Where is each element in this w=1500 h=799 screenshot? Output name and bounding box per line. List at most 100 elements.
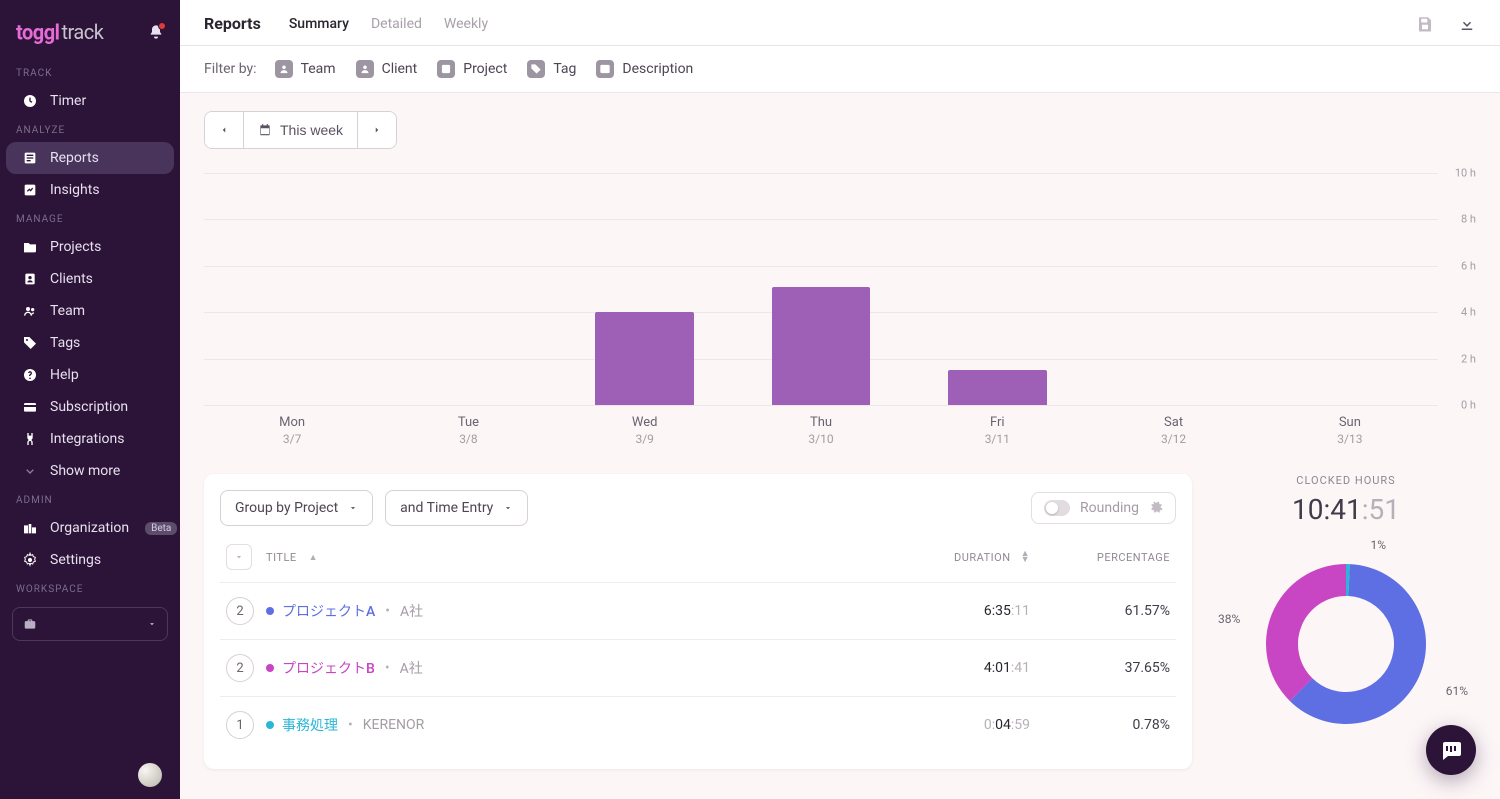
row-count[interactable]: 1 [226, 711, 254, 739]
timer-icon [22, 93, 38, 109]
table-row[interactable]: 2プロジェクトB•A社4:01:4137.65% [220, 639, 1176, 696]
sub-group-select[interactable]: and Time Entry [385, 490, 528, 526]
column-duration[interactable]: DURATION▲▼ [910, 551, 1030, 564]
filter-bar: Filter by: Team Client Project Tag Aa Descrip… [180, 46, 1500, 93]
y-tick-label: 0 h [1461, 399, 1476, 412]
client-name: KERENOR [363, 717, 425, 733]
row-count[interactable]: 2 [226, 654, 254, 682]
filter-label: Description [622, 61, 693, 77]
chevron-left-icon [219, 125, 229, 135]
table-row[interactable]: 1事務処理•KERENOR0:04:590.78% [220, 696, 1176, 753]
sidebar-item-reports[interactable]: Reports [6, 142, 174, 174]
main: Reports Summary Detailed Weekly Filter by:… [180, 0, 1500, 799]
chart-bar[interactable] [595, 312, 694, 405]
insights-icon [22, 182, 38, 198]
logo[interactable]: toggltrack [16, 20, 103, 44]
sidebar-item-label: Settings [50, 552, 101, 568]
filter-label: Tag [553, 61, 576, 77]
column-percentage: PERCENTAGE [1030, 551, 1170, 564]
row-count[interactable]: 2 [226, 597, 254, 625]
donut-label: 38% [1218, 612, 1240, 626]
notification-bell[interactable] [148, 24, 164, 40]
nav-section-label: MANAGE [0, 206, 180, 231]
filter-project[interactable]: Project [437, 60, 507, 78]
gridline [204, 405, 1438, 406]
subscription-icon [22, 399, 38, 415]
sidebar-item-projects[interactable]: Projects [6, 231, 174, 263]
chart-bar[interactable] [772, 287, 871, 405]
switch-icon [1044, 500, 1070, 516]
donut-chart: 1% 38% 61% [1246, 544, 1446, 744]
sidebar-item-timer[interactable]: Timer [6, 85, 174, 117]
x-tick: Wed3/9 [557, 415, 733, 446]
x-tick: Thu3/10 [733, 415, 909, 446]
sidebar-item-label: Timer [50, 93, 86, 109]
filter-label: Team [301, 61, 336, 77]
donut-segment[interactable] [1266, 564, 1346, 701]
filter-label: Filter by: [204, 61, 257, 77]
color-dot-icon [266, 721, 274, 729]
sidebar-item-tags[interactable]: Tags [6, 327, 174, 359]
clocked-hours-panel: CLOCKED HOURS 10:41:51 1% 38% 61% [1216, 474, 1476, 769]
client-name: A社 [400, 601, 423, 621]
nav-section-label: ADMIN [0, 487, 180, 512]
color-dot-icon [266, 664, 274, 672]
tab-summary[interactable]: Summary [289, 16, 349, 32]
tab-detailed[interactable]: Detailed [371, 16, 422, 32]
sidebar-item-label: Organization [50, 520, 129, 536]
sidebar-item-settings[interactable]: Settings [6, 544, 174, 576]
sidebar-item-showmore[interactable]: Show more [6, 455, 174, 487]
sidebar-item-integrations[interactable]: Integrations [6, 423, 174, 455]
row-percentage: 37.65% [1030, 660, 1170, 676]
filter-client[interactable]: Client [356, 60, 418, 78]
page-title: Reports [204, 14, 261, 33]
gear-icon [1149, 501, 1163, 515]
save-icon[interactable] [1416, 15, 1434, 33]
date-prev-button[interactable] [205, 112, 243, 148]
project-icon [437, 60, 455, 78]
table-row[interactable]: 2プロジェクトA•A社6:35:1161.57% [220, 582, 1176, 639]
group-by-select[interactable]: Group by Project [220, 490, 373, 526]
y-tick-label: 10 h [1455, 167, 1476, 180]
workspace-selector[interactable] [12, 607, 168, 641]
y-tick-label: 6 h [1461, 259, 1476, 272]
chart-bar[interactable] [948, 370, 1047, 405]
sidebar-item-insights[interactable]: Insights [6, 174, 174, 206]
sidebar-item-help[interactable]: Help [6, 359, 174, 391]
sidebar-item-team[interactable]: Team [6, 295, 174, 327]
column-title[interactable]: TITLE▲ [266, 551, 910, 564]
client-name: A社 [400, 658, 423, 678]
sidebar-item-label: Tags [50, 335, 80, 351]
sidebar-item-organization[interactable]: OrganizationBeta [6, 512, 174, 544]
date-next-button[interactable] [357, 112, 396, 148]
filter-description[interactable]: Aa Description [596, 60, 693, 78]
sidebar-item-label: Integrations [50, 431, 124, 447]
date-range-button[interactable]: This week [243, 112, 357, 148]
reports-icon [22, 150, 38, 166]
download-icon[interactable] [1458, 15, 1476, 33]
rounding-toggle[interactable]: Rounding [1031, 492, 1176, 524]
team-icon [22, 303, 38, 319]
team-icon [275, 60, 293, 78]
tab-weekly[interactable]: Weekly [444, 16, 488, 32]
sidebar-item-subscription[interactable]: Subscription [6, 391, 174, 423]
chevron-down-icon [503, 503, 513, 513]
chevron-down-icon [348, 503, 358, 513]
summary-table-card: Group by Project and Time Entry Rounding [204, 474, 1192, 769]
tags-icon [22, 335, 38, 351]
organization-icon [22, 520, 38, 536]
row-duration: 0:04:59 [910, 717, 1030, 733]
calendar-icon [258, 123, 272, 137]
color-dot-icon [266, 607, 274, 615]
sidebar-item-label: Insights [50, 182, 100, 198]
avatar[interactable] [138, 763, 162, 787]
filter-tag[interactable]: Tag [527, 60, 576, 78]
expand-all-toggle[interactable] [226, 544, 252, 570]
settings-icon [22, 552, 38, 568]
filter-team[interactable]: Team [275, 60, 336, 78]
y-tick-label: 4 h [1461, 306, 1476, 319]
x-tick: Mon3/7 [204, 415, 380, 446]
sidebar-item-clients[interactable]: Clients [6, 263, 174, 295]
svg-text:Aa: Aa [603, 67, 609, 73]
intercom-fab[interactable] [1426, 725, 1476, 775]
